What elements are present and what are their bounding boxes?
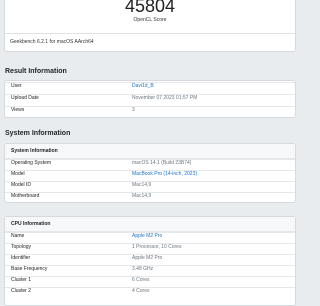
- geekbench-version: Geekbench 6.2.1 for macOS AArch64: [5, 33, 295, 45]
- system-row-os: Operating System macOS 14.1 (Build 23B74…: [5, 159, 295, 166]
- cpu-value: 4 Cores: [132, 288, 150, 294]
- result-information-heading: Result Information: [5, 68, 67, 75]
- system-information-heading: System Information: [5, 130, 71, 137]
- system-card-header: System Information: [5, 144, 295, 159]
- cpu-row-cluster-2: Cluster 2 4 Cores: [5, 287, 295, 294]
- system-row-model: Model MacBook Pro (14-inch, 2023): [5, 170, 295, 177]
- opencl-score-label: OpenCL Score: [133, 17, 167, 23]
- cpu-information-card: CPU Information Name Apple M2 Pro Topolo…: [4, 216, 296, 306]
- system-key: Motherboard: [11, 193, 40, 199]
- cpu-name-link[interactable]: Apple M2 Pro: [132, 233, 162, 239]
- system-row-model-id: Model ID Mac14,9: [5, 181, 295, 188]
- system-key: Operating System: [11, 160, 52, 166]
- cpu-card-header: CPU Information: [5, 217, 295, 232]
- system-value: Mac14,9: [132, 182, 152, 188]
- system-key: Model: [11, 171, 25, 177]
- opencl-score-value: 45804: [124, 0, 176, 16]
- cpu-card-title: CPU Information: [11, 221, 51, 227]
- cpu-key: Topology: [11, 244, 32, 250]
- result-information-card: User Davi1d_B Upload Date November 07 20…: [4, 80, 296, 118]
- result-key: User: [11, 83, 22, 89]
- cpu-row-identifier: Identifier Apple M2 Pro: [5, 254, 295, 261]
- result-key: Upload Date: [11, 95, 39, 101]
- result-row-views: Views 3: [5, 106, 295, 113]
- system-information-card: System Information Operating System macO…: [4, 143, 296, 203]
- cpu-value: 6 Cores: [132, 277, 150, 283]
- cpu-value: 1 Processor, 10 Cores: [132, 244, 182, 250]
- system-row-motherboard: Motherboard Mac14,9: [5, 192, 295, 199]
- cpu-key: Name: [11, 233, 25, 239]
- user-link[interactable]: Davi1d_B: [132, 83, 154, 89]
- result-value: 3: [132, 107, 135, 113]
- cpu-value: Apple M2 Pro: [132, 255, 163, 261]
- result-value: November 07 2023 01:57 PM: [132, 95, 198, 101]
- system-value: Mac14,9: [132, 193, 152, 199]
- model-link[interactable]: MacBook Pro (14-inch, 2023): [132, 171, 197, 177]
- system-key: Model ID: [11, 182, 32, 188]
- result-row-user: User Davi1d_B: [5, 82, 295, 89]
- result-key: Views: [11, 107, 25, 113]
- score-card: 45804 OpenCL Score Geekbench 6.2.1 for m…: [4, 0, 296, 52]
- cpu-row-base-frequency: Base Frequency 3.48 GHz: [5, 265, 295, 272]
- cpu-row-cluster-1: Cluster 1 6 Cores: [5, 276, 295, 283]
- result-row-upload-date: Upload Date November 07 2023 01:57 PM: [5, 94, 295, 101]
- cpu-row-name: Name Apple M2 Pro: [5, 232, 295, 239]
- cpu-key: Identifier: [11, 255, 31, 261]
- cpu-key: Cluster 1: [11, 277, 32, 283]
- system-value: macOS 14.1 (Build 23B74): [132, 160, 192, 166]
- system-card-title: System Information: [11, 148, 58, 154]
- cpu-value: 3.48 GHz: [132, 266, 154, 272]
- cpu-key: Base Frequency: [11, 266, 48, 272]
- cpu-key: Cluster 2: [11, 288, 32, 294]
- cpu-row-topology: Topology 1 Processor, 10 Cores: [5, 243, 295, 250]
